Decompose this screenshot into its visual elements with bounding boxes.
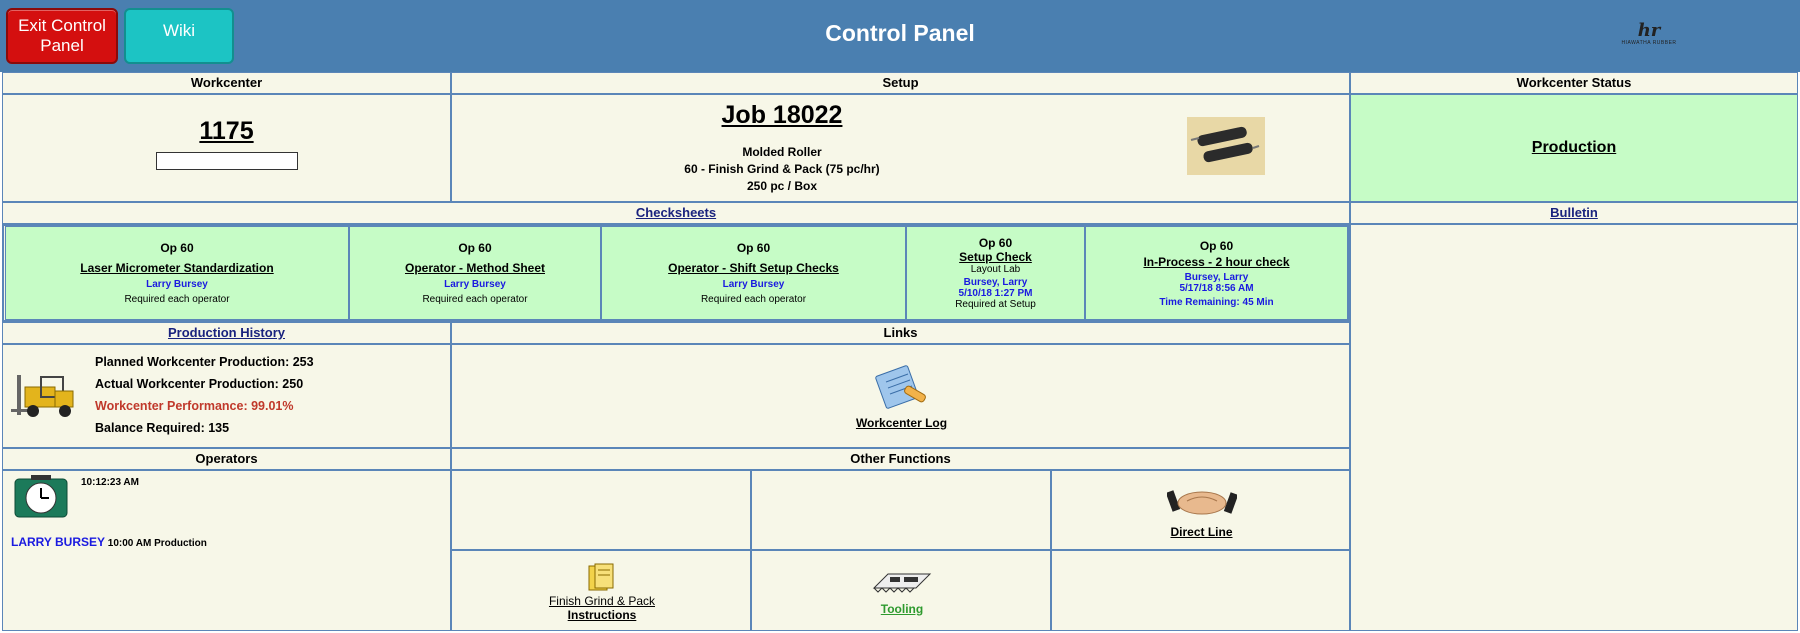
part-image: [1187, 117, 1265, 175]
workcenter-panel: 1175: [2, 94, 451, 202]
checksheet-op: Op 60: [160, 241, 194, 255]
checksheet-signoff: Bursey, Larry: [1184, 271, 1249, 283]
notepad-icon[interactable]: [874, 364, 930, 410]
operators-header: Operators: [2, 448, 451, 470]
checksheet-title[interactable]: Operator - Method Sheet: [405, 261, 545, 275]
checksheet-item[interactable]: Op 60 Operator - Method Sheet Larry Burs…: [349, 226, 601, 320]
tooling-link[interactable]: Tooling: [881, 602, 923, 616]
planned-production: Planned Workcenter Production: 253: [95, 355, 314, 369]
exit-label: Exit Control Panel: [18, 16, 106, 55]
actual-production: Actual Workcenter Production: 250: [95, 377, 304, 391]
workcenter-number[interactable]: 1175: [199, 117, 253, 146]
tooling-icon[interactable]: [870, 568, 934, 598]
setup-panel: Job 18022 Molded Roller 60 - Finish Grin…: [451, 94, 1350, 202]
checksheet-title[interactable]: In-Process - 2 hour check: [1143, 255, 1289, 269]
operator-clock-time: 10:12:23 AM: [81, 477, 139, 488]
checksheet-item[interactable]: Op 60 Laser Micrometer Standardization L…: [5, 226, 349, 320]
checksheet-op: Op 60: [978, 236, 1013, 250]
workcenter-status-header: Workcenter Status: [1350, 72, 1798, 94]
checksheet-subtitle: Layout Lab: [970, 264, 1021, 275]
checksheet-signoff-time: 5/17/18 8:56 AM: [1179, 282, 1254, 294]
time-remaining: Time Remaining: 45 Min: [1159, 296, 1274, 308]
workcenter-input[interactable]: [155, 152, 298, 170]
checksheet-note: Required each operator: [124, 294, 230, 305]
part-description: Molded Roller: [742, 145, 822, 159]
checksheet-op: Op 60: [736, 241, 771, 255]
wiki-label: Wiki: [162, 21, 196, 40]
checksheet-item[interactable]: Op 60 Operator - Shift Setup Checks Larr…: [601, 226, 906, 320]
checksheet-title[interactable]: Operator - Shift Setup Checks: [668, 261, 839, 275]
checksheet-note: Required at Setup: [955, 299, 1036, 310]
workcenter-performance: Workcenter Performance: 99.01%: [95, 399, 294, 413]
function-slot-empty: [751, 470, 1051, 550]
forklift-icon: [11, 373, 83, 419]
function-slot-empty: [451, 470, 751, 550]
checksheet-op: Op 60: [458, 241, 492, 255]
checksheet-signoff: Larry Bursey: [146, 279, 208, 290]
exit-control-panel-button[interactable]: Exit Control Panel: [6, 8, 118, 64]
checksheet-signoff: Larry Bursey: [722, 279, 785, 290]
direct-line-link[interactable]: Direct Line: [1170, 525, 1232, 539]
checksheet-signoff: Larry Bursey: [444, 279, 506, 290]
checksheet-op: Op 60: [1199, 238, 1234, 253]
checksheet-item[interactable]: Op 60 Setup Check Layout Lab Bursey, Lar…: [906, 226, 1085, 320]
instructions-link-line1[interactable]: Finish Grind & Pack: [549, 594, 655, 608]
other-functions-header: Other Functions: [451, 448, 1350, 470]
function-slot-empty: [1051, 550, 1350, 631]
bulletin-link[interactable]: Bulletin: [1550, 205, 1598, 220]
checksheet-signoff: Bursey, Larry: [963, 277, 1028, 288]
setup-header: Setup: [451, 72, 1350, 94]
company-logo: hr HIAWATHA RUBBER: [1614, 22, 1684, 52]
clock-icon: [13, 475, 69, 519]
handshake-icon[interactable]: [1165, 483, 1238, 521]
wiki-button[interactable]: Wiki: [124, 8, 234, 64]
tooling-cell: Tooling: [751, 550, 1051, 631]
logo-mark: hr: [1637, 20, 1661, 41]
checksheet-note: Required each operator: [700, 294, 807, 305]
workcenter-status-value[interactable]: Production: [1532, 139, 1616, 157]
packaging-description: 250 pc / Box: [746, 179, 818, 193]
bulletin-panel: [1350, 224, 1798, 631]
logo-subtext: HIAWATHA RUBBER: [1621, 40, 1677, 46]
production-history-header: Production History: [2, 322, 451, 344]
top-bar: Exit Control Panel Wiki Control Panel hr…: [0, 0, 1800, 72]
checksheet-note: Required each operator: [422, 294, 528, 305]
job-number[interactable]: Job 18022: [722, 101, 843, 130]
checksheet-title[interactable]: Setup Check: [959, 250, 1032, 264]
operator-detail: 10:00 AM Production: [107, 538, 207, 549]
instructions-link-line2[interactable]: Instructions: [568, 608, 637, 622]
workcenter-header: Workcenter: [2, 72, 451, 94]
balance-required: Balance Required: 135: [95, 421, 230, 435]
direct-line-cell: Direct Line: [1051, 470, 1350, 550]
page-title: Control Panel: [825, 20, 975, 46]
checksheet-title[interactable]: Laser Micrometer Standardization: [80, 261, 273, 275]
instructions-icon[interactable]: [585, 562, 619, 594]
checksheet-item[interactable]: Op 60 In-Process - 2 hour check Bursey, …: [1085, 226, 1348, 320]
instructions-cell: Finish Grind & Pack Instructions: [451, 550, 751, 631]
operation-description: 60 - Finish Grind & Pack (75 pc/hr): [684, 162, 880, 176]
checksheets-link[interactable]: Checksheets: [636, 205, 716, 220]
operator-name[interactable]: LARRY BURSEY: [11, 535, 105, 549]
operators-panel: 10:12:23 AM LARRY BURSEY 10:00 AM Produc…: [2, 470, 451, 631]
production-history-link[interactable]: Production History: [168, 325, 285, 340]
production-history-panel: Planned Workcenter Production: 253 Actua…: [2, 344, 451, 448]
workcenter-status-panel: Production: [1350, 94, 1798, 202]
links-panel: Workcenter Log: [451, 344, 1350, 448]
checksheets-header: Checksheets: [2, 202, 1350, 224]
bulletin-header: Bulletin: [1350, 202, 1798, 224]
workcenter-log-link[interactable]: Workcenter Log: [856, 416, 947, 430]
checksheet-signoff-time: 5/10/18 1:27 PM: [958, 288, 1033, 299]
links-header: Links: [451, 322, 1350, 344]
